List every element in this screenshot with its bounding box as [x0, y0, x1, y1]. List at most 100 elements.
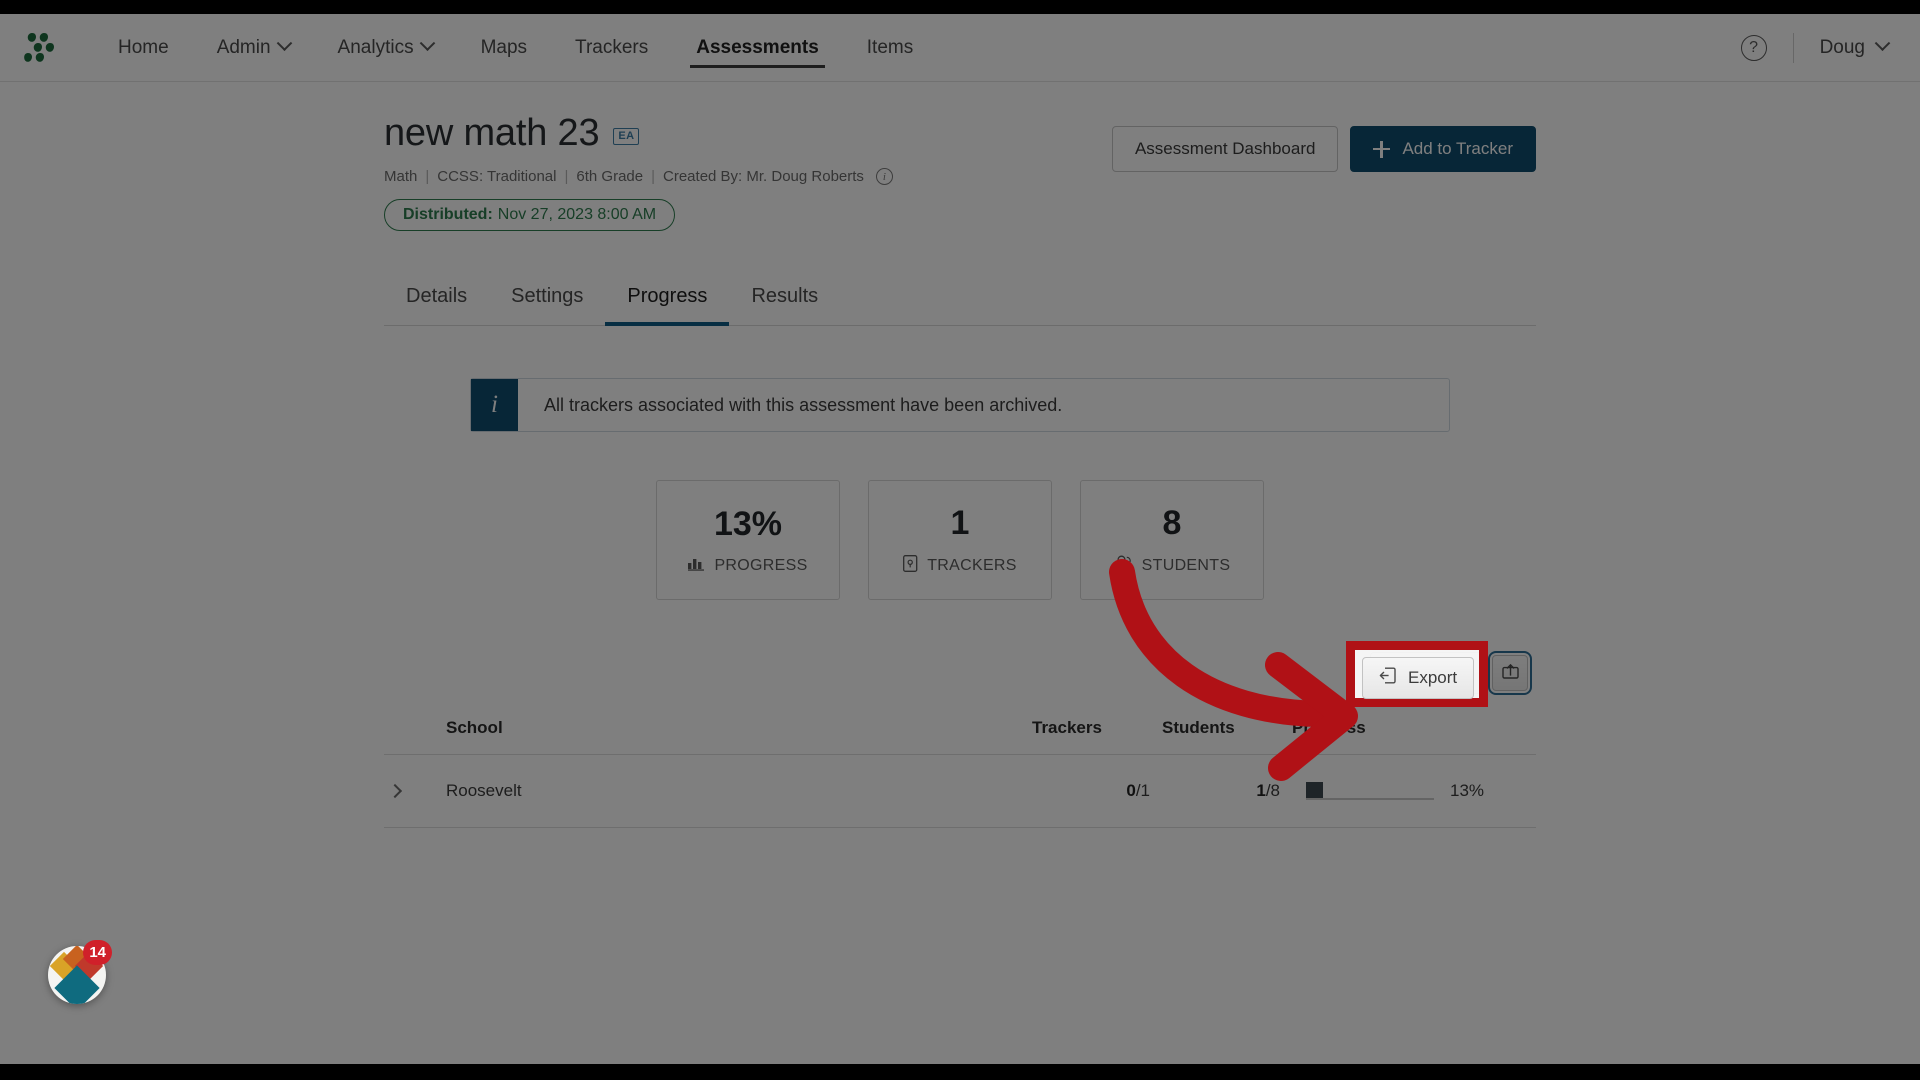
nav-item-label: Maps — [480, 36, 528, 58]
export-icon — [1387, 662, 1406, 684]
nav-item-admin[interactable]: Admin — [193, 14, 314, 82]
top-navigation-bar: Home Admin Analytics Maps Trackers Asses… — [0, 14, 1920, 82]
table-header-row: School Trackers Students Progress — [384, 708, 1536, 755]
clipboard-icon — [903, 554, 918, 577]
user-name-label: Doug — [1819, 36, 1865, 58]
stat-label-row: STUDENTS — [1114, 555, 1231, 576]
help-icon-label: ? — [1749, 38, 1759, 56]
nav-item-assessments[interactable]: Assessments — [672, 14, 843, 82]
nav-item-items[interactable]: Items — [843, 14, 937, 82]
nav-item-label: Trackers — [575, 36, 649, 58]
info-banner-message: All trackers associated with this assess… — [544, 394, 1063, 415]
column-school[interactable]: School — [440, 708, 1026, 755]
stat-label: TRACKERS — [927, 556, 1017, 574]
tab-results[interactable]: Results — [729, 273, 840, 326]
nav-right-section: ? Doug — [1740, 32, 1896, 63]
meta-separator: | — [564, 168, 569, 185]
info-icon[interactable]: i — [875, 168, 893, 185]
notification-badge: 14 — [83, 940, 112, 965]
chevron-down-icon — [1874, 35, 1891, 52]
help-icon[interactable]: ? — [1740, 34, 1767, 61]
chevron-right-icon[interactable] — [387, 783, 403, 799]
students-done: 1 — [1256, 781, 1266, 800]
meta-separator: | — [425, 168, 430, 185]
meta-grade: 6th Grade — [576, 168, 644, 185]
progress-bar-wrap: 13% — [1292, 781, 1530, 801]
nav-item-trackers[interactable]: Trackers — [551, 14, 672, 82]
stat-label-row: TRACKERS — [903, 554, 1017, 577]
page-content: new math 23 EA Math | CCSS: Traditional … — [0, 82, 1920, 828]
nav-item-label: Admin — [216, 36, 271, 58]
cell-trackers: 0/1 — [1026, 754, 1156, 828]
stat-card-progress: 13% PROGRESS — [656, 480, 840, 600]
content-container: new math 23 EA Math | CCSS: Traditional … — [384, 82, 1536, 828]
add-to-tracker-button[interactable]: Add to Tracker — [1350, 126, 1536, 172]
plus-icon — [1373, 140, 1391, 158]
chevron-down-icon — [276, 35, 292, 52]
page-title-text: new math 23 — [384, 112, 600, 154]
nav-item-label: Home — [118, 36, 169, 58]
status-badge-value: Nov 27, 2023 8:00 AM — [497, 206, 657, 223]
share-button[interactable] — [1488, 651, 1532, 695]
ea-badge: EA — [613, 127, 640, 146]
column-expand — [384, 708, 440, 755]
stat-value: 8 — [1162, 504, 1182, 542]
add-to-tracker-label: Add to Tracker — [1402, 139, 1513, 158]
app-page: Home Admin Analytics Maps Trackers Asses… — [0, 14, 1920, 1064]
nav-item-home[interactable]: Home — [94, 14, 193, 82]
cell-school: Roosevelt — [440, 754, 1026, 828]
cell-progress: 13% — [1286, 754, 1536, 828]
upload-box-icon — [1501, 663, 1520, 683]
progress-fill — [1306, 782, 1323, 800]
tab-settings[interactable]: Settings — [489, 273, 605, 326]
assessment-dashboard-button[interactable]: Assessment Dashboard — [1111, 126, 1339, 172]
nav-item-label: Assessments — [696, 36, 819, 58]
stat-value: 1 — [950, 503, 970, 542]
table-body: Roosevelt 0/1 1/8 13% — [384, 754, 1536, 828]
chevron-down-icon — [419, 35, 435, 52]
page-title: new math 23 EA — [384, 112, 1112, 155]
trackers-done: 0 — [1126, 781, 1136, 800]
info-icon: i — [471, 379, 518, 431]
people-icon — [1114, 555, 1133, 576]
status-badge: Distributed: Nov 27, 2023 8:00 AM — [384, 199, 676, 231]
nav-item-maps[interactable]: Maps — [457, 14, 551, 82]
meta-created-by: Created By: Mr. Doug Roberts — [663, 168, 864, 185]
resource-center-widget[interactable]: 14 — [48, 940, 112, 1004]
nav-item-label: Items — [866, 36, 914, 58]
progress-track — [1306, 782, 1434, 800]
meta-standard: CCSS: Traditional — [437, 168, 557, 185]
stat-label: STUDENTS — [1141, 556, 1231, 574]
page-header: new math 23 EA Math | CCSS: Traditional … — [384, 112, 1536, 231]
nav-item-label: Analytics — [337, 36, 414, 58]
stat-card-trackers: 1 TRACKERS — [868, 480, 1052, 600]
stat-label-row: PROGRESS — [688, 556, 807, 576]
table-header: School Trackers Students Progress — [384, 708, 1536, 755]
cell-students: 1/8 — [1156, 754, 1286, 828]
nav-items: Home Admin Analytics Maps Trackers Asses… — [94, 14, 937, 82]
trackers-total: /1 — [1135, 781, 1150, 800]
progress-percent: 13% — [1450, 781, 1485, 800]
header-actions: Assessment Dashboard Add to Tracker — [1111, 112, 1536, 172]
export-button[interactable]: Export — [1369, 652, 1482, 694]
nav-divider — [1792, 32, 1794, 63]
nav-item-analytics[interactable]: Analytics — [314, 14, 457, 82]
tab-details[interactable]: Details — [384, 273, 489, 326]
students-total: /8 — [1265, 781, 1280, 800]
screenshot-stage: Home Admin Analytics Maps Trackers Asses… — [0, 0, 1920, 1080]
leaf-cluster-logo[interactable] — [24, 31, 64, 65]
stat-value: 13% — [713, 504, 783, 543]
table-row[interactable]: Roosevelt 0/1 1/8 13% — [384, 754, 1536, 828]
stat-cards: 13% PROGRESS 1 TRACKERS 8 STUDENTS — [384, 480, 1536, 600]
status-badge-label: Distributed: — [403, 206, 493, 223]
column-students[interactable]: Students — [1156, 708, 1286, 755]
column-trackers[interactable]: Trackers — [1026, 708, 1156, 755]
tab-progress[interactable]: Progress — [605, 273, 730, 326]
export-button-label: Export — [1415, 663, 1465, 682]
column-progress[interactable]: Progress — [1286, 708, 1536, 755]
table-toolbar: Export — [384, 651, 1536, 695]
expand-cell — [384, 754, 440, 828]
progress-table: School Trackers Students Progress Roosev… — [384, 708, 1536, 828]
user-menu[interactable]: Doug — [1819, 35, 1896, 59]
info-banner: i All trackers associated with this asse… — [470, 378, 1450, 432]
